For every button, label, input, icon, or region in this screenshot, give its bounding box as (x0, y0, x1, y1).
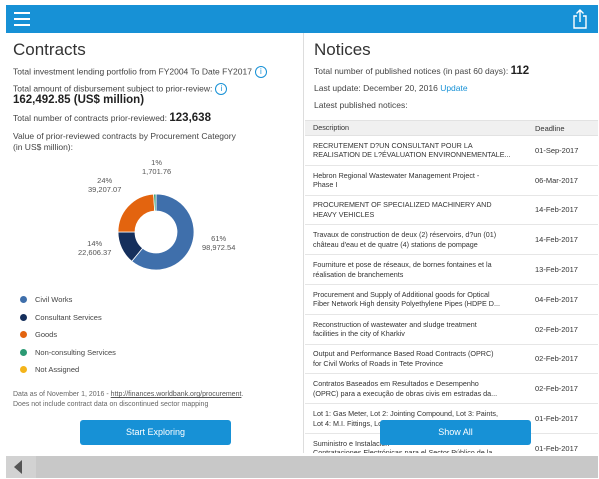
notice-description: Fourniture et pose de réseaux, de bornes… (313, 260, 492, 279)
value-label-unit: (in US$ million): (13, 142, 73, 152)
notice-deadline: 01-Sep-2017 (535, 145, 579, 155)
notice-deadline: 14-Feb-2017 (535, 205, 578, 215)
legend-consultant-services: Consultant Services (20, 309, 116, 327)
legend-not-assigned: Not Assigned (20, 361, 116, 379)
notice-description: Reconstruction of wastewater and sludge … (313, 319, 477, 339)
table-row[interactable]: Fourniture et pose de réseaux, de bornes… (305, 255, 598, 285)
procurement-data-link[interactable]: http://finances.worldbank.org/procuremen… (111, 391, 242, 398)
portfolio-label: Total investment lending portfolio from … (13, 66, 267, 78)
info-icon[interactable]: i (254, 66, 267, 78)
legend-non-consulting: Non-consulting Services (20, 344, 116, 362)
value-label: Value of prior-reviewed contracts by Pro… (13, 131, 236, 141)
legend-civil-works: Civil Works (20, 291, 116, 309)
chart-label-consultant: 14% 22,606.37 (78, 239, 112, 257)
notices-table: Description Deadline RECRUTEMENT D?UN CO… (305, 120, 598, 453)
table-row[interactable]: Contratos Baseados em Resultados e Desem… (305, 374, 598, 405)
info-icon[interactable]: i (215, 83, 228, 95)
col-description: Description (313, 123, 349, 133)
notice-description: Travaux de construction de deux (2) rése… (313, 230, 497, 249)
notice-deadline: 06-Mar-2017 (535, 175, 578, 185)
notice-description: RECRUTEMENT D?UN CONSULTANT POUR LA REALI… (313, 140, 511, 160)
data-footnote: Data as of November 1, 2016 - http://fin… (13, 391, 244, 408)
table-row[interactable]: PROCUREMENT OF SPECIALIZED MACHINERY AND… (305, 196, 598, 226)
table-row[interactable]: RECRUTEMENT D?UN CONSULTANT POUR LA REALI… (305, 136, 598, 166)
legend-goods: Goods (20, 326, 116, 344)
table-row[interactable]: Hebron Regional Wastewater Management Pr… (305, 166, 598, 196)
notice-deadline: 01-Feb-2017 (535, 443, 578, 453)
chart-label-goods: 24% 39,207.07 (88, 176, 122, 194)
notice-deadline: 14-Feb-2017 (535, 235, 578, 245)
bottom-toolbar (6, 456, 598, 478)
table-header: Description Deadline (305, 120, 598, 136)
notice-description: Contratos Baseados em Resultados e Desem… (313, 379, 498, 398)
table-row[interactable]: Reconstruction of wastewater and sludge … (305, 315, 598, 345)
update-row: Last update: December 20, 2016 Update (314, 83, 468, 93)
hamburger-menu-icon[interactable] (14, 12, 30, 26)
chart-label-civil-works: 61% 98,972.54 (202, 234, 236, 252)
top-app-bar (6, 5, 598, 33)
notice-description: PROCUREMENT OF SPECIALIZED MACHINERY AND… (313, 200, 492, 219)
published-count: 112 (510, 65, 530, 77)
num-contracts-value: 123,638 (169, 112, 211, 124)
notices-title: Notices (314, 40, 371, 59)
update-link[interactable]: Update (440, 83, 467, 93)
procurement-donut-chart (117, 193, 195, 271)
notice-deadline: 01-Feb-2017 (535, 414, 578, 424)
published-row: Total number of published notices (in pa… (314, 65, 530, 77)
notice-description: Hebron Regional Wastewater Management Pr… (313, 170, 480, 190)
table-row[interactable]: Procurement and Supply of Additional goo… (305, 285, 598, 315)
notices-panel: Notices Total number of published notice… (305, 33, 598, 453)
contracts-title: Contracts (13, 40, 86, 59)
latest-label: Latest published notices: (314, 100, 408, 110)
toolbar-track (36, 456, 598, 478)
notice-description: Procurement and Supply of Additional goo… (313, 289, 500, 309)
col-deadline: Deadline (535, 123, 565, 133)
notice-deadline: 02-Feb-2017 (535, 324, 578, 334)
notice-deadline: 02-Feb-2017 (535, 384, 578, 394)
notice-deadline: 02-Feb-2017 (535, 354, 578, 364)
notice-deadline: 13-Feb-2017 (535, 265, 578, 275)
contracts-panel: Contracts Total investment lending portf… (6, 33, 304, 453)
notice-deadline: 04-Feb-2017 (535, 294, 578, 304)
chart-legend: Civil Works Consultant Services Goods No… (20, 291, 116, 379)
back-arrow-icon[interactable] (14, 460, 22, 474)
num-contracts-row: Total number of contracts prior-reviewed… (13, 112, 211, 124)
chart-label-nonconsulting: 1% 1,701.76 (142, 158, 172, 176)
show-all-button[interactable]: Show All (380, 420, 531, 445)
prior-review-value: 162,492.85 (US$ million) (13, 94, 145, 106)
notice-description: Output and Performance Based Road Contra… (313, 349, 494, 368)
share-icon[interactable] (572, 9, 588, 29)
table-row[interactable]: Output and Performance Based Road Contra… (305, 345, 598, 375)
donut-slice-goods (117, 193, 156, 233)
start-exploring-button[interactable]: Start Exploring (80, 420, 231, 445)
table-row[interactable]: Travaux de construction de deux (2) rése… (305, 225, 598, 256)
